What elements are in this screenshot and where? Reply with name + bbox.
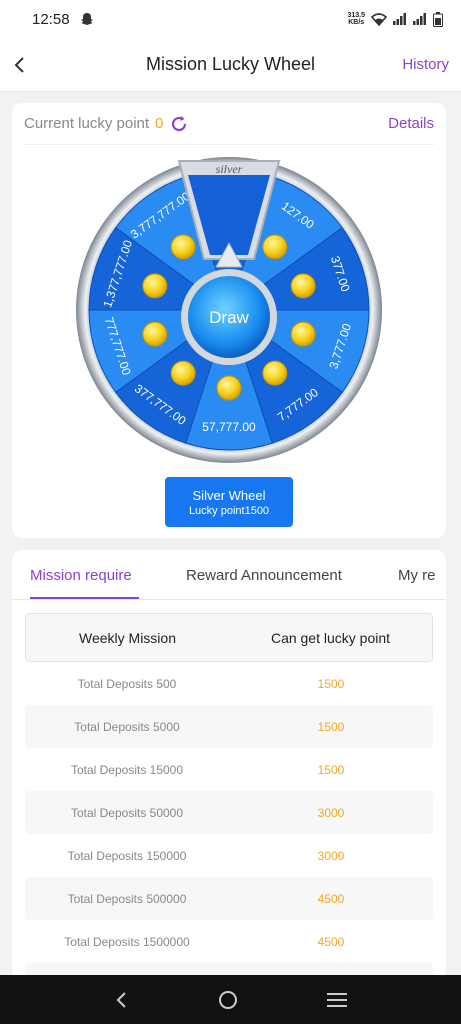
signal-icon-2 bbox=[413, 13, 426, 25]
table-row: Total Deposits 150000 3000 bbox=[25, 834, 433, 877]
points-cell: 3000 bbox=[317, 848, 345, 863]
points-cell: 4500 bbox=[317, 934, 345, 949]
status-bar: 12:58 313.5 KB/s bbox=[0, 0, 461, 38]
coin-icon bbox=[170, 360, 196, 386]
header-weekly-mission: Weekly Mission bbox=[79, 629, 176, 646]
coin-icon bbox=[290, 273, 316, 299]
battery-icon bbox=[433, 11, 443, 27]
wifi-icon bbox=[371, 12, 387, 26]
lucky-wheel-card: Current lucky point 0 Details 127.00 377… bbox=[12, 103, 446, 538]
tab-my-records[interactable]: My re bbox=[398, 550, 436, 584]
points-cell: 4500 bbox=[317, 891, 345, 906]
mission-cell: Total Deposits 150000 bbox=[67, 848, 187, 863]
coin-icon bbox=[142, 273, 168, 299]
mission-cell: Total Deposits 50000 bbox=[70, 805, 184, 820]
lucky-point-label: Current lucky point bbox=[24, 115, 150, 132]
lucky-wheel: 27.00127.00377.003,777.007,777.0057,777.… bbox=[76, 157, 382, 463]
tab-underline bbox=[30, 597, 139, 599]
table-header: Weekly Mission Can get lucky point bbox=[25, 613, 433, 662]
header-lucky-point: Can get lucky point bbox=[270, 629, 391, 646]
tab-reward-announcement[interactable]: Reward Announcement bbox=[186, 550, 342, 584]
silver-wheel-subtitle: Lucky point1500 bbox=[188, 504, 270, 517]
table-row: Total Deposits 500000 4500 bbox=[25, 877, 433, 920]
tab-mission-require[interactable]: Mission require bbox=[30, 550, 132, 584]
coin-icon bbox=[170, 234, 196, 260]
draw-label: Draw bbox=[209, 308, 249, 327]
page-title: Mission Lucky Wheel bbox=[145, 54, 316, 74]
back-button[interactable] bbox=[0, 38, 40, 92]
segment-value: 57,777.00 bbox=[202, 420, 256, 434]
status-time: 12:58 bbox=[32, 10, 70, 28]
tab-bar: Mission require Reward Announcement My r… bbox=[12, 550, 446, 600]
coin-icon bbox=[290, 321, 316, 347]
points-cell: 1500 bbox=[317, 762, 345, 777]
coin-icon bbox=[142, 321, 168, 347]
table-row: Total Deposits 500 1500 bbox=[25, 662, 433, 705]
mission-table-body: Total Deposits 500 1500 Total Deposits 5… bbox=[25, 662, 433, 980]
silver-wheel-button[interactable]: Silver Wheel Lucky point1500 bbox=[165, 477, 293, 527]
points-cell: 1500 bbox=[317, 676, 345, 691]
net-speed-unit: KB/s bbox=[348, 19, 365, 26]
silver-wheel-title: Silver Wheel bbox=[192, 487, 266, 503]
nav-back-icon[interactable] bbox=[114, 990, 130, 1010]
snapchat-icon bbox=[80, 13, 93, 25]
history-link[interactable]: History bbox=[402, 56, 449, 73]
lucky-point-value: 0 bbox=[155, 115, 164, 132]
chevron-left-icon bbox=[14, 56, 24, 73]
coin-icon bbox=[262, 234, 288, 260]
details-link[interactable]: Details bbox=[388, 115, 434, 132]
mission-cell: Total Deposits 1500000 bbox=[64, 934, 190, 949]
app-header: Mission Lucky Wheel History bbox=[0, 38, 461, 92]
signal-icon bbox=[393, 13, 406, 25]
coin-icon bbox=[262, 360, 288, 386]
table-row: Total Deposits 5000 1500 bbox=[25, 705, 433, 748]
refresh-icon[interactable] bbox=[169, 114, 189, 134]
table-row: Total Deposits 1500000 4500 bbox=[25, 920, 433, 963]
mission-cell: Total Deposits 500000 bbox=[67, 891, 187, 906]
lucky-point-row: Current lucky point 0 Details bbox=[24, 103, 434, 145]
nav-recents-icon[interactable] bbox=[326, 991, 348, 1009]
mission-cell: Total Deposits 5000 bbox=[74, 719, 180, 734]
table-row: Total Deposits 15000 1500 bbox=[25, 748, 433, 791]
points-cell: 3000 bbox=[317, 805, 345, 820]
table-row: Total Deposits 50000 3000 bbox=[25, 791, 433, 834]
net-speed-value: 313.5 bbox=[347, 12, 365, 19]
mission-card: Mission require Reward Announcement My r… bbox=[12, 550, 446, 980]
coin-icon bbox=[216, 375, 242, 401]
pointer-label: silver bbox=[216, 162, 243, 176]
points-cell: 1500 bbox=[317, 719, 345, 734]
system-nav-bar bbox=[0, 975, 461, 1024]
nav-home-icon[interactable] bbox=[217, 989, 239, 1011]
mission-cell: Total Deposits 500 bbox=[77, 676, 177, 691]
net-speed: 313.5 KB/s bbox=[347, 12, 365, 26]
mission-cell: Total Deposits 15000 bbox=[70, 762, 184, 777]
